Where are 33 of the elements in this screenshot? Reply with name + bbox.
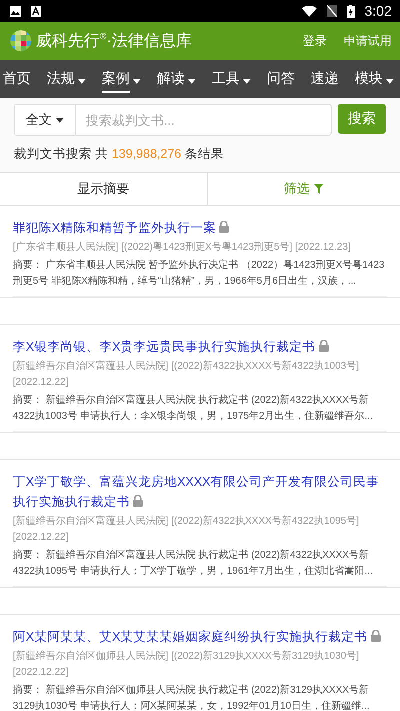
battery-icon	[346, 4, 355, 18]
nav-tab[interactable]: 工具	[212, 70, 240, 92]
result-summary: 摘要： 新疆维吾尔自治区富蕴县人民法院 执行裁定书 (2022)新4322执XXXX号新4322执1003号 申请执行人：李X银李尚银，男，1975年2月出生，住新疆维吾尔...	[13, 393, 387, 432]
nav-tab[interactable]: 首页	[3, 70, 31, 92]
nav-tab[interactable]: 速递	[311, 70, 339, 92]
scope-dropdown[interactable]: 全文	[15, 105, 76, 135]
wifi-icon	[302, 6, 317, 16]
result-count: 裁判文书搜索 共 139,988,276 条结果	[0, 136, 400, 172]
logo-icon	[10, 30, 32, 52]
result-title[interactable]: 罪犯陈X精陈和精暂予监外执行一案	[13, 218, 387, 238]
result-summary: 摘要： 广东省丰顺县人民法院 暂予监外执行决定书 （2022）粤1423刑更X号粤1423刑更5号 罪犯陈X精陈和精，绰号“山猪精”，男，1966年5月6日出生，汉族，...	[13, 258, 387, 297]
result-meta: [新疆维吾尔自治区富蕴县人民法院] [(2022)新4322执XXXX号新4322执1095号] [2022.12.22]	[13, 514, 360, 545]
no-sim-icon	[326, 5, 337, 17]
nav-tab[interactable]: 模块	[355, 70, 383, 92]
nav-tab[interactable]: 法规	[47, 70, 75, 92]
brand-title: 威科先行$^{®}$·法律信息库	[36, 30, 192, 52]
result-title[interactable]: 李X银李尚银、李X贵李远贵民事执行实施执行裁定书	[13, 337, 387, 357]
filter-icon	[314, 184, 324, 194]
image-icon	[10, 6, 21, 16]
search-field[interactable]: 全文 搜索裁判文书...	[14, 104, 332, 136]
nav-tab[interactable]: 问答	[267, 70, 295, 92]
nav-tab[interactable]: 解读	[157, 70, 185, 92]
status-time: 3:02	[364, 3, 392, 19]
caret-icon	[56, 118, 64, 122]
nav-tab[interactable]: 案例	[102, 70, 130, 92]
result-summary: 摘要： 新疆维吾尔自治区伽师县人民法院 执行裁定书 (2022)新3129执XXXX号新3129执1030号 申请执行人：阿X某阿某某，女，1992年01月10日生，住新疆维...	[13, 683, 387, 711]
result-meta: [新疆维吾尔自治区富蕴县人民法院] [(2022)新4322执XXXX号新4322执1003号] [2022.12.22]	[13, 360, 360, 390]
result-title[interactable]: 丁X学丁敬学、富蕴兴龙房地XXXX有限公司产开发有限公司民事执行实施执行裁定书	[13, 472, 387, 512]
result-meta: [新疆维吾尔自治区伽师县人民法院] [(2022)新3129执XXXX号新3129执1030号] [2022.12.22]	[13, 650, 360, 680]
result-summary: 摘要： 新疆维吾尔自治区富蕴县人民法院 执行裁定书 (2022)新4322执XXXX号新4322执1095号 申请执行人：丁X学丁敬学，男，1961年7月出生，住湖北省嵩阳...	[13, 548, 387, 587]
result-title[interactable]: 阿X某阿某某、艾X某艾某某婚姻家庭纠纷执行实施执行裁定书	[13, 627, 387, 647]
result-meta: [广东省丰顺县人民法院] [(2022)粤1423刑更X号粤1423刑更5号] [2022.12.23]	[13, 240, 352, 255]
text-icon	[31, 6, 41, 16]
